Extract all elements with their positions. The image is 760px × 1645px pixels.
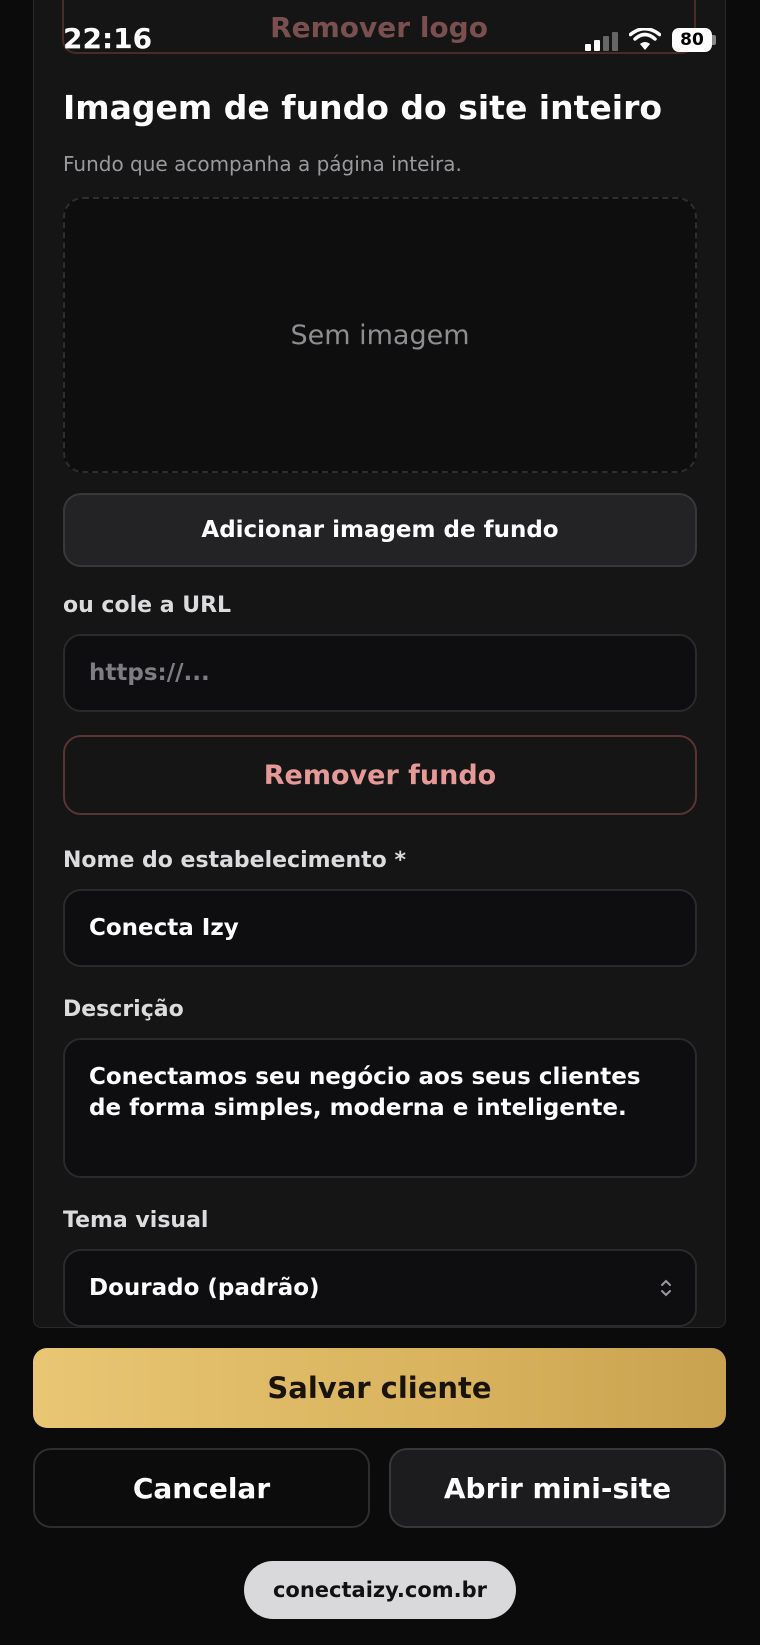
battery-level: 80 xyxy=(680,30,704,50)
save-client-button[interactable]: Salvar cliente xyxy=(33,1348,726,1428)
name-label: Nome do estabelecimento * xyxy=(63,848,406,873)
name-input[interactable]: Conecta Izy xyxy=(63,889,697,967)
description-value: Conectamos seu negócio aos seus clientes… xyxy=(89,1064,641,1121)
name-value: Conecta Izy xyxy=(89,915,239,941)
battery-tip xyxy=(712,35,716,45)
browser-url-bar[interactable]: conectaizy.com.br xyxy=(244,1561,516,1619)
status-time: 22:16 xyxy=(63,22,153,55)
theme-value: Dourado (padrão) xyxy=(89,1275,320,1301)
add-background-button[interactable]: Adicionar imagem de fundo xyxy=(63,493,697,567)
open-mini-site-button[interactable]: Abrir mini-site xyxy=(389,1448,726,1528)
cancel-button[interactable]: Cancelar xyxy=(33,1448,370,1528)
status-bar: 22:16 80 xyxy=(0,0,760,84)
url-placeholder: https://... xyxy=(89,660,210,686)
background-url-input[interactable]: https://... xyxy=(63,634,697,712)
empty-image-text: Sem imagem xyxy=(290,319,470,351)
description-label: Descrição xyxy=(63,997,184,1022)
description-textarea[interactable]: Conectamos seu negócio aos seus clientes… xyxy=(63,1038,697,1178)
url-label: ou cole a URL xyxy=(63,593,232,618)
remove-background-button[interactable]: Remover fundo xyxy=(63,735,697,815)
background-image-dropzone[interactable]: Sem imagem xyxy=(63,197,697,473)
section-subtitle: Fundo que acompanha a página inteira. xyxy=(63,152,462,176)
theme-select[interactable]: Dourado (padrão) xyxy=(63,1249,697,1327)
battery-icon: 80 xyxy=(672,28,712,52)
chevron-up-down-icon xyxy=(661,1279,671,1297)
cellular-signal-icon xyxy=(585,32,619,51)
browser-url: conectaizy.com.br xyxy=(272,1578,487,1602)
wifi-icon xyxy=(629,28,661,50)
theme-label: Tema visual xyxy=(63,1208,209,1233)
section-title: Imagem de fundo do site inteiro xyxy=(63,88,663,127)
